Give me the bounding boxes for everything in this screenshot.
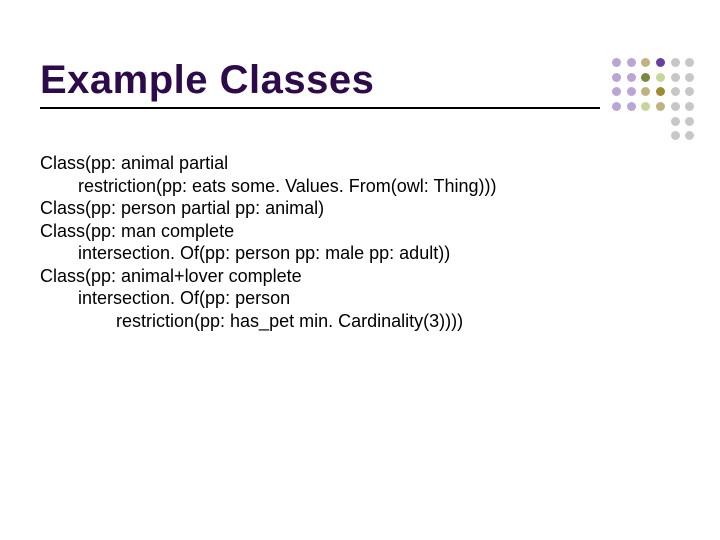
slide: Example Classes Class(pp: animal partial…	[0, 0, 720, 540]
slide-title: Example Classes	[40, 58, 600, 103]
code-line: Class(pp: animal partial	[40, 152, 640, 175]
title-underline: Example Classes	[40, 58, 600, 109]
code-line: intersection. Of(pp: person	[40, 287, 640, 310]
code-line: Class(pp: person partial pp: animal)	[40, 197, 640, 220]
slide-body: Class(pp: animal partial restriction(pp:…	[40, 152, 640, 332]
decorative-dot-grid	[612, 58, 696, 142]
code-line: restriction(pp: eats some. Values. From(…	[40, 175, 640, 198]
code-line: Class(pp: man complete	[40, 220, 640, 243]
code-line: intersection. Of(pp: person pp: male pp:…	[40, 242, 640, 265]
code-line: restriction(pp: has_pet min. Cardinality…	[40, 310, 640, 333]
code-line: Class(pp: animal+lover complete	[40, 265, 640, 288]
